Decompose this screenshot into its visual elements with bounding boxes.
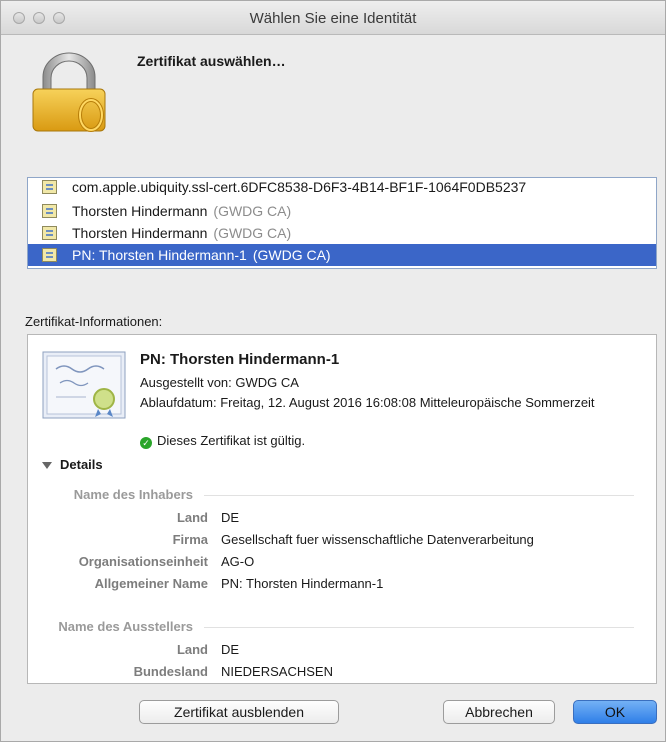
divider bbox=[204, 495, 634, 496]
dialog-heading: Zertifikat auswählen… bbox=[137, 53, 286, 69]
cancel-button[interactable]: Abbrechen bbox=[443, 700, 555, 724]
certificate-list-item[interactable]: Thorsten Hindermann (GWDG CA) bbox=[28, 222, 656, 244]
detail-key: Firma bbox=[172, 532, 208, 547]
certificate-icon bbox=[42, 248, 57, 262]
detail-value: Gesellschaft fuer wissenschaftliche Date… bbox=[221, 532, 534, 547]
certificate-issuer: (GWDG CA) bbox=[213, 203, 292, 219]
certificate-icon bbox=[42, 226, 57, 240]
subject-heading: Name des Inhabers bbox=[73, 487, 193, 502]
details-disclosure[interactable]: Details bbox=[42, 457, 103, 472]
detail-key: Allgemeiner Name bbox=[94, 576, 208, 591]
certificate-list-item[interactable]: com.apple.ubiquity.ssl-cert.6DFC8538-D6F… bbox=[28, 178, 656, 198]
window-title: Wählen Sie eine Identität bbox=[249, 10, 417, 27]
divider bbox=[204, 627, 634, 628]
dialog-window: Wählen Sie eine Identität Zertifikat aus… bbox=[0, 0, 666, 742]
certificate-icon bbox=[42, 351, 126, 419]
validity-text: Dieses Zertifikat ist gültig. bbox=[157, 433, 306, 448]
detail-key: Organisationseinheit bbox=[78, 554, 208, 569]
detail-key: Land bbox=[176, 642, 208, 657]
validity-status: ✓ Dieses Zertifikat ist gültig. bbox=[140, 433, 305, 449]
certificate-list[interactable]: com.apple.ubiquity.ssl-cert.6DFC8538-D6F… bbox=[27, 177, 657, 269]
certificate-issuer: (GWDG CA) bbox=[252, 247, 331, 263]
detail-value: PN: Thorsten Hindermann-1 bbox=[221, 576, 384, 591]
ok-button[interactable]: OK bbox=[573, 700, 657, 724]
hide-certificate-button[interactable]: Zertifikat ausblenden bbox=[139, 700, 339, 724]
certificate-title: PN: Thorsten Hindermann-1 bbox=[140, 351, 340, 368]
certificate-info-panel[interactable]: PN: Thorsten Hindermann-1 Ausgestellt vo… bbox=[27, 334, 657, 684]
detail-value: DE bbox=[221, 642, 240, 657]
details-label: Details bbox=[60, 457, 103, 472]
certificate-name: Thorsten Hindermann bbox=[72, 203, 208, 219]
expiry-text: Ablaufdatum: Freitag, 12. August 2016 16… bbox=[140, 395, 595, 410]
detail-value: AG-O bbox=[221, 554, 255, 569]
certificate-icon bbox=[42, 204, 57, 218]
certificate-issuer: (GWDG CA) bbox=[213, 225, 292, 241]
detail-key: Land bbox=[176, 510, 208, 525]
certificate-icon bbox=[42, 180, 57, 194]
padlock-icon bbox=[32, 52, 106, 132]
detail-value: DE bbox=[221, 510, 240, 525]
disclosure-triangle-icon[interactable] bbox=[42, 462, 52, 469]
certificate-list-item-selected[interactable]: PN: Thorsten Hindermann-1 (GWDG CA) bbox=[28, 244, 656, 266]
issuer-heading: Name des Ausstellers bbox=[58, 619, 193, 634]
certificate-name: Thorsten Hindermann bbox=[72, 225, 208, 241]
certificate-name: com.apple.ubiquity.ssl-cert.6DFC8538-D6F… bbox=[72, 179, 527, 195]
detail-key: Bundesland bbox=[133, 664, 208, 679]
issued-by-text: Ausgestellt von: GWDG CA bbox=[140, 375, 299, 390]
certificate-name: PN: Thorsten Hindermann-1 bbox=[72, 247, 247, 263]
certificate-info-label: Zertifikat-Informationen: bbox=[25, 314, 163, 329]
detail-value: NIEDERSACHSEN bbox=[221, 664, 333, 679]
title-bar: Wählen Sie eine Identität bbox=[1, 1, 665, 35]
certificate-list-item[interactable]: Thorsten Hindermann (GWDG CA) bbox=[28, 200, 656, 222]
checkmark-circle-icon: ✓ bbox=[140, 437, 152, 449]
